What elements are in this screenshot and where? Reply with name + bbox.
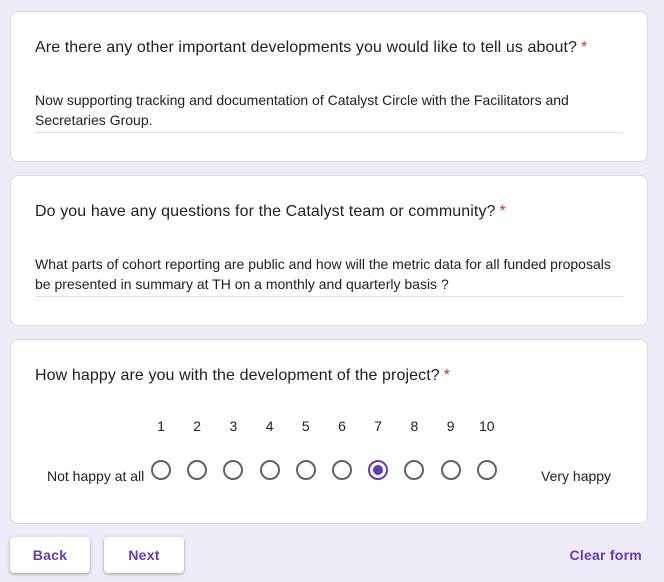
scale-radio-2[interactable] (187, 460, 208, 480)
scale-number-1: 1 (157, 418, 165, 434)
scale-radio-1[interactable] (151, 460, 171, 480)
question-title-text: How happy are you with the development o… (35, 367, 440, 384)
question-card-developments: Are there any other important developmen… (10, 11, 648, 162)
scale-radio-8[interactable] (404, 460, 425, 480)
scale-number-4: 4 (265, 418, 274, 434)
required-marker: * (499, 203, 506, 220)
scale-number-7: 7 (374, 418, 383, 434)
scale-number-5: 5 (301, 418, 310, 434)
scale-radio-6[interactable] (332, 460, 352, 480)
question-title: Do you have any questions for the Cataly… (35, 203, 506, 221)
question-title-text: Do you have any questions for the Cataly… (35, 203, 496, 220)
scale-number-8: 8 (410, 418, 419, 434)
radio-selected-dot (373, 465, 384, 475)
scale-number-2: 2 (193, 418, 202, 434)
question-card-happiness: How happy are you with the development o… (10, 339, 648, 524)
scale-radio-10[interactable] (476, 460, 497, 480)
scale-number-3: 3 (229, 418, 238, 434)
scale-radio-3[interactable] (223, 460, 244, 480)
required-marker: * (581, 39, 588, 56)
required-marker: * (443, 367, 451, 384)
next-button[interactable]: Next (104, 537, 184, 573)
scale-number-10: 10 (479, 418, 495, 434)
question-card-questions: Do you have any questions for the Cataly… (10, 175, 648, 326)
scale-low-label: Not happy at all (47, 468, 145, 484)
question-title: Are there any other important developmen… (35, 39, 587, 57)
scale-radio-5[interactable] (295, 460, 316, 480)
scale-radio-7[interactable] (368, 460, 389, 480)
scale-radio-9[interactable] (440, 460, 461, 480)
scale-radio-4[interactable] (259, 460, 280, 480)
answer-field[interactable]: What parts of cohort reporting are publi… (35, 254, 623, 297)
back-button[interactable]: Back (10, 537, 90, 573)
question-title: How happy are you with the development o… (35, 367, 450, 385)
scale-high-label: Very happy (541, 468, 612, 484)
answer-field[interactable]: Now supporting tracking and documentatio… (35, 90, 623, 133)
clear-form-button[interactable]: Clear form (569, 547, 642, 563)
scale-number-6: 6 (338, 418, 346, 434)
question-title-text: Are there any other important developmen… (35, 39, 578, 56)
scale-number-9: 9 (446, 418, 455, 434)
